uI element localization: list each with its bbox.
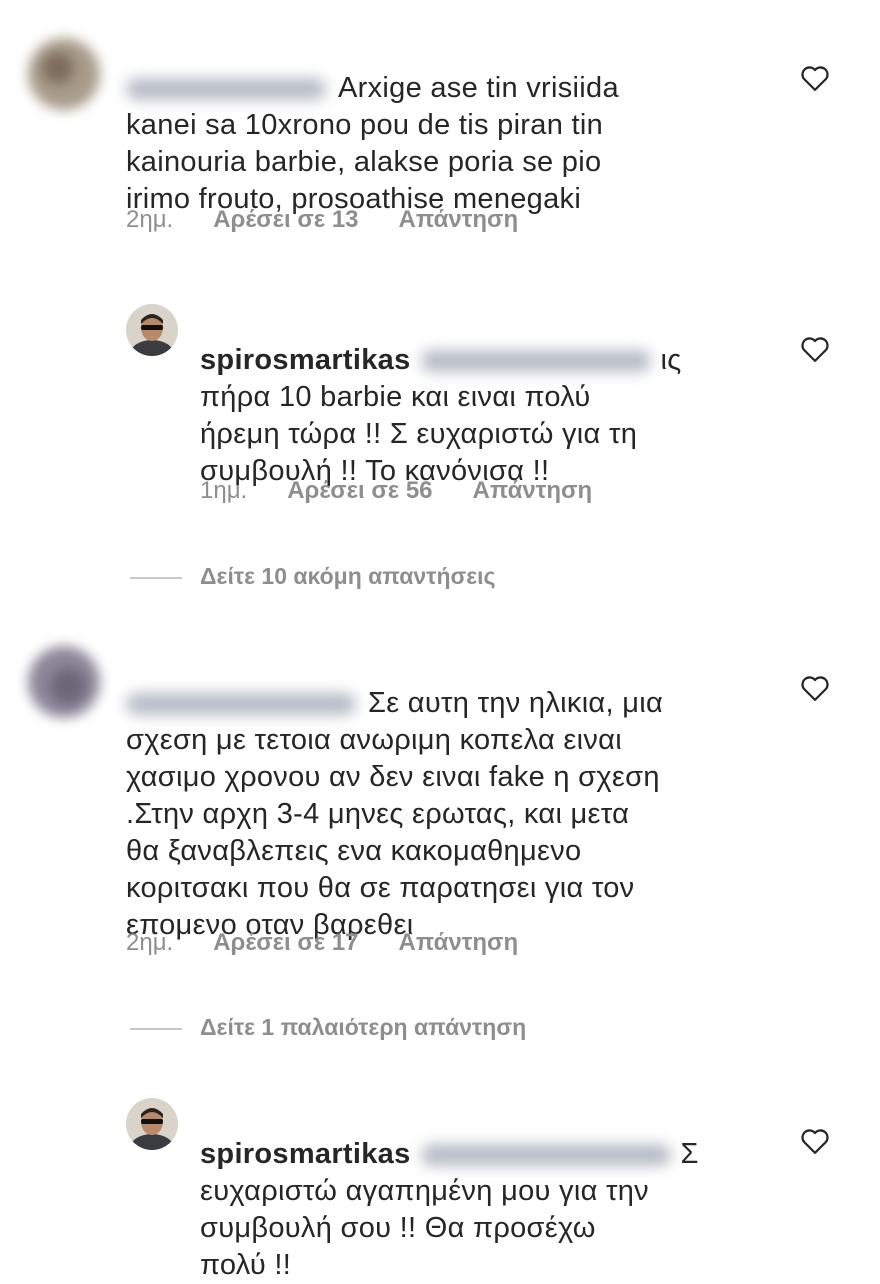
view-older-replies[interactable]: Δείτε 1 παλαιότερη απάντηση [130, 1014, 526, 1044]
comment-text: spirosmartikas Σ ευχαριστώ αγαπημένη μου … [200, 1138, 699, 1281]
username[interactable]: spirosmartikas [200, 344, 411, 376]
comment-text: spirosmartikas ις πήρα 10 barbie και εινα… [200, 344, 682, 487]
heart-icon[interactable] [800, 335, 830, 363]
likes-count[interactable]: Αρέσει σε 17 [213, 929, 358, 957]
heart-icon[interactable] [800, 1127, 830, 1155]
comment-time: 2ημ. [126, 929, 174, 956]
view-more-label[interactable]: Δείτε 10 ακόμη απαντήσεις [200, 563, 496, 589]
view-more-replies[interactable]: Δείτε 10 ακόμη απαντήσεις [130, 563, 496, 593]
username[interactable]: spirosmartikas [200, 1138, 411, 1170]
blurred-mention [420, 1144, 671, 1167]
comment-meta: 2ημ. Αρέσει σε 13 Απάντηση [126, 206, 558, 234]
blurred-mention [420, 350, 651, 373]
comment-time: 1ημ. [200, 477, 248, 504]
heart-icon[interactable] [800, 674, 830, 702]
heart-icon[interactable] [800, 64, 830, 92]
reply-button[interactable]: Απάντηση [473, 477, 593, 505]
likes-count[interactable]: Αρέσει σε 13 [213, 206, 358, 234]
comment-text: Σε αυτη την ηλικια, μια σχεση με τετοια … [126, 687, 664, 941]
comment-meta: 1ημ. Αρέσει σε 56 Απάντηση [200, 477, 632, 505]
divider [130, 576, 182, 579]
divider [130, 1027, 182, 1030]
avatar[interactable] [126, 1098, 178, 1150]
view-more-label[interactable]: Δείτε 1 παλαιότερη απάντηση [200, 1014, 526, 1040]
avatar[interactable] [126, 304, 178, 356]
comment-meta: 2ημ. Αρέσει σε 17 Απάντηση [126, 929, 558, 957]
comment-time: 2ημ. [126, 206, 174, 233]
reply-button[interactable]: Απάντηση [399, 929, 519, 957]
avatar[interactable] [28, 646, 100, 718]
blurred-username[interactable] [126, 78, 326, 101]
blurred-username[interactable] [126, 693, 356, 716]
likes-count[interactable]: Αρέσει σε 56 [287, 477, 432, 505]
avatar[interactable] [28, 38, 100, 110]
reply-button[interactable]: Απάντηση [399, 206, 519, 234]
comment-text: Arxige ase tin vrisiida kanei sa 10xrono… [126, 72, 619, 215]
